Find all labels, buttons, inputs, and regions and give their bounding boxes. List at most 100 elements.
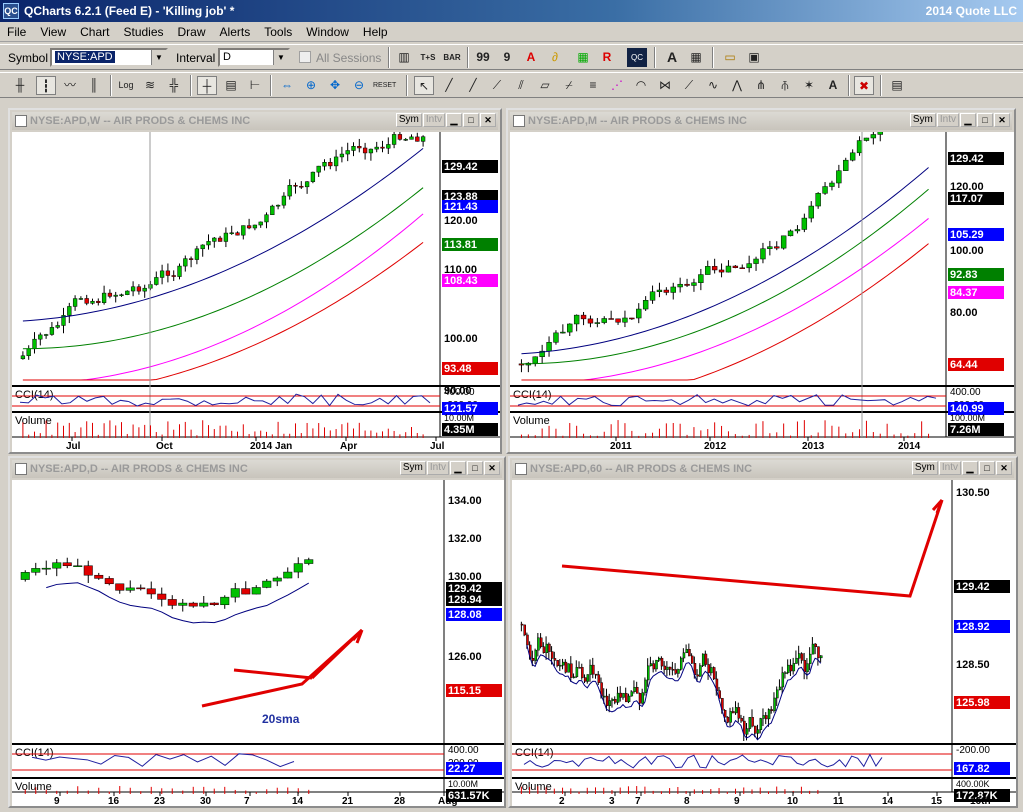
chart-window-daily[interactable]: NYSE:APD,D -- AIR PRODS & CHEMS INC Sym I… [8,456,506,808]
research-icon[interactable]: R [597,48,617,67]
text-tool-icon[interactable]: A [823,76,843,95]
ruler-icon[interactable]: ⊢ [245,76,265,95]
delete-drawings-icon[interactable]: ✖ [854,76,874,95]
candle [877,132,883,135]
monthly-chart[interactable]: 129.42 120.00117.07 105.29 100.00 92.83 84.37… [510,132,1014,452]
zoom-horizontal-icon[interactable]: ⇔ [277,76,297,95]
gann-icon[interactable]: ⋈ [655,76,675,95]
hourly-chart[interactable]: 130.50 129.42 128.92 128.50 125.98 CCI(14) -20… [512,480,1016,806]
interval-combo[interactable]: D ▼ [218,48,290,67]
minimize-icon[interactable]: ▁ [960,113,976,127]
menu-draw[interactable]: Draw [171,22,213,39]
bar-icon[interactable]: BAR [442,48,462,67]
chevron-down-icon[interactable]: ▼ [273,50,288,65]
fib-fan-icon[interactable]: ⋰ [607,76,627,95]
log-scale-icon[interactable]: Log [116,76,136,95]
candle [753,258,759,264]
channel-icon[interactable]: ▱ [535,76,555,95]
chart-window-monthly[interactable]: NYSE:APD,M -- AIR PRODS & CHEMS INC Sym I… [506,108,1016,454]
intv-button[interactable]: Intv [938,461,961,475]
bars-icon[interactable]: ▥ [394,48,414,67]
intv-button[interactable]: Intv [426,461,449,475]
line-chart-icon[interactable]: 〰 [60,76,80,95]
parallel-lines-icon[interactable]: ⫽ [511,76,531,95]
menu-alerts[interactable]: Alerts [213,22,258,39]
speed-lines-icon[interactable]: ⟋ [679,76,699,95]
time-zones-icon[interactable]: ⋀ [727,76,747,95]
minimize-icon[interactable]: ▁ [450,461,466,475]
close-icon[interactable]: ✕ [484,461,500,475]
sym-button[interactable]: Sym [399,461,426,475]
maximize-icon[interactable]: □ [979,461,995,475]
pointer-icon[interactable]: ↖ [414,76,434,95]
ray-tool-icon[interactable]: ╱ [463,76,483,95]
intv-button[interactable]: Intv [422,113,445,127]
candle [241,588,251,595]
menu-view[interactable]: View [33,22,73,39]
chart-window-weekly[interactable]: NYSE:APD,W -- AIR PRODS & CHEMS INC Sym I… [8,108,502,454]
candle [630,691,634,697]
all-sessions-checkbox[interactable] [299,51,311,63]
close-icon[interactable]: ✕ [994,113,1010,127]
minimize-icon[interactable]: ▁ [962,461,978,475]
maximize-icon[interactable]: □ [467,461,483,475]
price-label: 120.00 [444,215,478,227]
market-map-icon[interactable]: ▦ [573,48,593,67]
time-sales-icon[interactable]: T+S [418,48,438,67]
sym-button[interactable]: Sym [911,461,938,475]
save-icon[interactable]: ▣ [744,48,764,67]
fib-icon[interactable]: ≡ [583,76,603,95]
extended-line-icon[interactable]: ⟋ [487,76,507,95]
zoom-out-icon[interactable]: ⊖ [349,76,369,95]
cci-scale-label: -200.00 [956,745,990,756]
sym-button[interactable]: Sym [909,113,936,127]
close-icon[interactable]: ✕ [996,461,1012,475]
menu-window[interactable]: Window [299,22,356,39]
reset-icon[interactable]: RESET [373,76,396,95]
line-tool-icon[interactable]: ╱ [439,76,459,95]
star-tool-icon[interactable]: ✶ [799,76,819,95]
menu-studies[interactable]: Studies [116,22,170,39]
properties-icon[interactable]: ▤ [887,76,907,95]
qc-icon[interactable]: QC [627,48,647,67]
arc-icon[interactable]: ◠ [631,76,651,95]
envelope-icon[interactable]: ≋ [140,76,160,95]
candle [737,707,741,719]
grid-icon[interactable]: ▦ [686,48,706,67]
menu-tools[interactable]: Tools [257,22,299,39]
candle [849,152,856,161]
quote-9-icon[interactable]: 9 [497,48,517,67]
alert-a-icon[interactable]: A [521,48,541,67]
minimize-icon[interactable]: ▁ [446,113,462,127]
regression-icon[interactable]: ⌿ [559,76,579,95]
candle [611,699,614,701]
close-icon[interactable]: ✕ [480,113,496,127]
andrews-icon[interactable]: ⫚ [775,76,795,95]
intv-button[interactable]: Intv [936,113,959,127]
quote-99-icon[interactable]: 99 [473,48,493,67]
sym-button[interactable]: Sym [395,113,422,127]
maximize-icon[interactable]: □ [977,113,993,127]
cycle-icon[interactable]: ∿ [703,76,723,95]
menu-file[interactable]: File [0,22,33,39]
menu-help[interactable]: Help [356,22,395,39]
menu-chart[interactable]: Chart [73,22,116,39]
chart-window-60min[interactable]: NYSE:APD,60 -- AIR PRODS & CHEMS INC Sym… [508,456,1018,808]
daily-chart[interactable]: 20sma134.00132.00130.00129.42128.94128.0… [12,480,504,806]
chevron-down-icon[interactable]: ▼ [151,50,166,65]
study-icon[interactable]: ╬ [164,76,184,95]
weekly-chart[interactable]: 129.42123.88121.43120.00113.81110.00108.… [12,132,500,452]
data-window-icon[interactable]: ▤ [221,76,241,95]
histogram-icon[interactable]: ║ [84,76,104,95]
font-icon[interactable]: A [662,48,682,67]
maximize-icon[interactable]: □ [463,113,479,127]
symbol-combo[interactable]: NYSE:APD ▼ [50,48,168,67]
bar-chart-icon[interactable]: ╫ [10,76,30,95]
signal-icon[interactable]: ∂ [545,48,565,67]
crosshair-icon[interactable]: ┼ [197,76,217,95]
pitchfork-icon[interactable]: ⋔ [751,76,771,95]
candlestick-icon[interactable]: ┇ [36,76,56,95]
move-icon[interactable]: ✥ [325,76,345,95]
open-folder-icon[interactable]: ▭ [720,48,740,67]
zoom-in-icon[interactable]: ⊕ [301,76,321,95]
